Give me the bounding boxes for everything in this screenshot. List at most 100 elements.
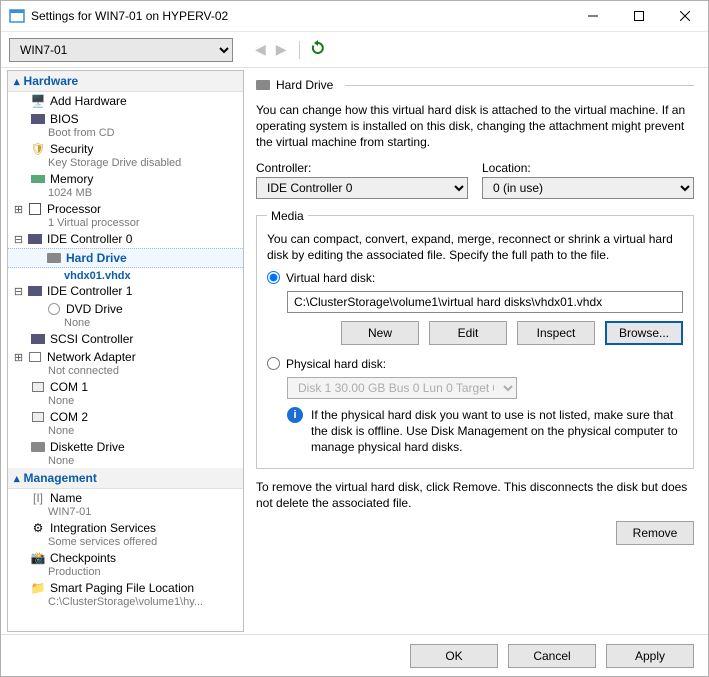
tree-com1-sub: None [8,395,243,407]
diskette-icon [30,439,46,455]
phd-info-text: If the physical hard disk you want to us… [311,407,683,456]
tree-scsi[interactable]: SCSI Controller [8,330,243,348]
com-icon [30,409,46,425]
controller-select[interactable]: IDE Controller 0 [256,177,468,199]
tree-bios-sub: Boot from CD [8,127,243,139]
tree-nic-sub: Not connected [8,365,243,377]
tree-hard-drive[interactable]: Hard Drive [8,248,243,268]
cancel-button[interactable]: Cancel [508,644,596,668]
back-button[interactable]: ◀ [253,41,268,58]
integration-icon: ⚙ [30,520,46,536]
memory-icon [30,171,46,187]
disk-icon [256,80,270,90]
phd-radio-row[interactable]: Physical hard disk: [267,357,683,371]
panel-header: Hard Drive [256,78,694,92]
name-icon: [I] [30,490,46,506]
app-icon [9,8,25,24]
vhd-path-input[interactable] [287,291,683,313]
chevron-up-icon: ▴ [14,75,20,88]
remove-description: To remove the virtual hard disk, click R… [256,479,694,511]
media-group: Media You can compact, convert, expand, … [256,209,694,469]
close-button[interactable] [662,1,708,31]
phd-radio-label: Physical hard disk: [286,357,386,371]
smartpaging-icon: 📁 [30,580,46,596]
tree-checkpoints-sub: Production [8,566,243,578]
tree-memory-sub: 1024 MB [8,187,243,199]
tree-security[interactable]: 🛡Security [8,140,243,158]
apply-button[interactable]: Apply [606,644,694,668]
tree-diskette[interactable]: Diskette Drive [8,438,243,456]
tree-com2[interactable]: COM 2 [8,408,243,426]
vhd-radio[interactable] [267,271,280,284]
phd-radio[interactable] [267,357,280,370]
tree-nic[interactable]: ⊞Network Adapter [8,348,243,366]
disk-icon [46,250,62,266]
remove-button[interactable]: Remove [616,521,694,545]
ok-button[interactable]: OK [410,644,498,668]
tree-integration[interactable]: ⚙Integration Services [8,519,243,537]
tree-ide1[interactable]: ⊟IDE Controller 1 [8,282,243,300]
tree-hdd-sub: vhdx01.vhdx [8,270,131,282]
settings-tree[interactable]: ▴Hardware 🖥️Add Hardware BIOS Boot from … [7,70,244,632]
tree-name-sub: WIN7-01 [8,506,243,518]
hardware-category[interactable]: ▴Hardware [8,71,243,92]
scsi-icon [30,331,46,347]
tree-smartpaging-sub: C:\ClusterStorage\volume1\hy... [8,596,243,608]
tree-checkpoints[interactable]: 📸Checkpoints [8,549,243,567]
collapse-icon[interactable]: ⊟ [12,233,25,246]
new-button[interactable]: New [341,321,419,345]
window-titlebar: Settings for WIN7-01 on HYPERV-02 [1,1,708,32]
refresh-button[interactable] [310,40,326,59]
detail-panel: Hard Drive You can change how this virtu… [246,68,708,634]
collapse-icon[interactable]: ⊟ [12,285,25,298]
tree-dvd[interactable]: DVD Drive [8,300,243,318]
expand-icon[interactable]: ⊞ [12,351,25,364]
browse-button[interactable]: Browse... [605,321,683,345]
dvd-icon [46,301,62,317]
vm-select[interactable]: WIN7-01 [9,38,233,62]
tree-smartpaging[interactable]: 📁Smart Paging File Location [8,579,243,597]
chevron-up-icon: ▴ [14,472,20,485]
location-select[interactable]: 0 (in use) [482,177,694,199]
panel-description: You can change how this virtual hard dis… [256,102,694,151]
vhd-radio-label: Virtual hard disk: [286,271,375,285]
shield-icon: 🛡 [30,141,46,157]
dialog-buttons: OK Cancel Apply [1,634,708,676]
tree-add-hardware[interactable]: 🖥️Add Hardware [8,92,243,110]
tree-memory[interactable]: Memory [8,170,243,188]
maximize-button[interactable] [616,1,662,31]
tree-processor-sub: 1 Virtual processor [8,217,243,229]
controller-label: Controller: [256,161,468,175]
tree-com2-sub: None [8,425,243,437]
phd-select: Disk 1 30.00 GB Bus 0 Lun 0 Target 0 [287,377,517,399]
toolbar: WIN7-01 ◀ ▶ [1,32,708,67]
location-label: Location: [482,161,694,175]
media-legend: Media [267,209,308,223]
tree-ide0[interactable]: ⊟IDE Controller 0 [8,230,243,248]
tree-dvd-sub: None [8,317,243,329]
controller-icon [27,283,43,299]
tree-diskette-sub: None [8,455,243,467]
tree-name[interactable]: [I]Name [8,489,243,507]
vhd-radio-row[interactable]: Virtual hard disk: [267,271,683,285]
com-icon [30,379,46,395]
tree-com1[interactable]: COM 1 [8,378,243,396]
edit-button[interactable]: Edit [429,321,507,345]
tree-bios[interactable]: BIOS [8,110,243,128]
management-category[interactable]: ▴Management [8,468,243,489]
window-title: Settings for WIN7-01 on HYPERV-02 [31,9,570,23]
controller-icon [27,231,43,247]
info-icon: i [287,407,303,423]
cpu-icon [27,201,43,217]
nic-icon [27,349,43,365]
add-hardware-icon: 🖥️ [30,93,46,109]
forward-button[interactable]: ▶ [274,41,289,58]
inspect-button[interactable]: Inspect [517,321,595,345]
expand-icon[interactable]: ⊞ [12,203,25,216]
checkpoints-icon: 📸 [30,550,46,566]
tree-integration-sub: Some services offered [8,536,243,548]
tree-processor[interactable]: ⊞Processor [8,200,243,218]
bios-icon [30,111,46,127]
minimize-button[interactable] [570,1,616,31]
tree-security-sub: Key Storage Drive disabled [8,157,243,169]
